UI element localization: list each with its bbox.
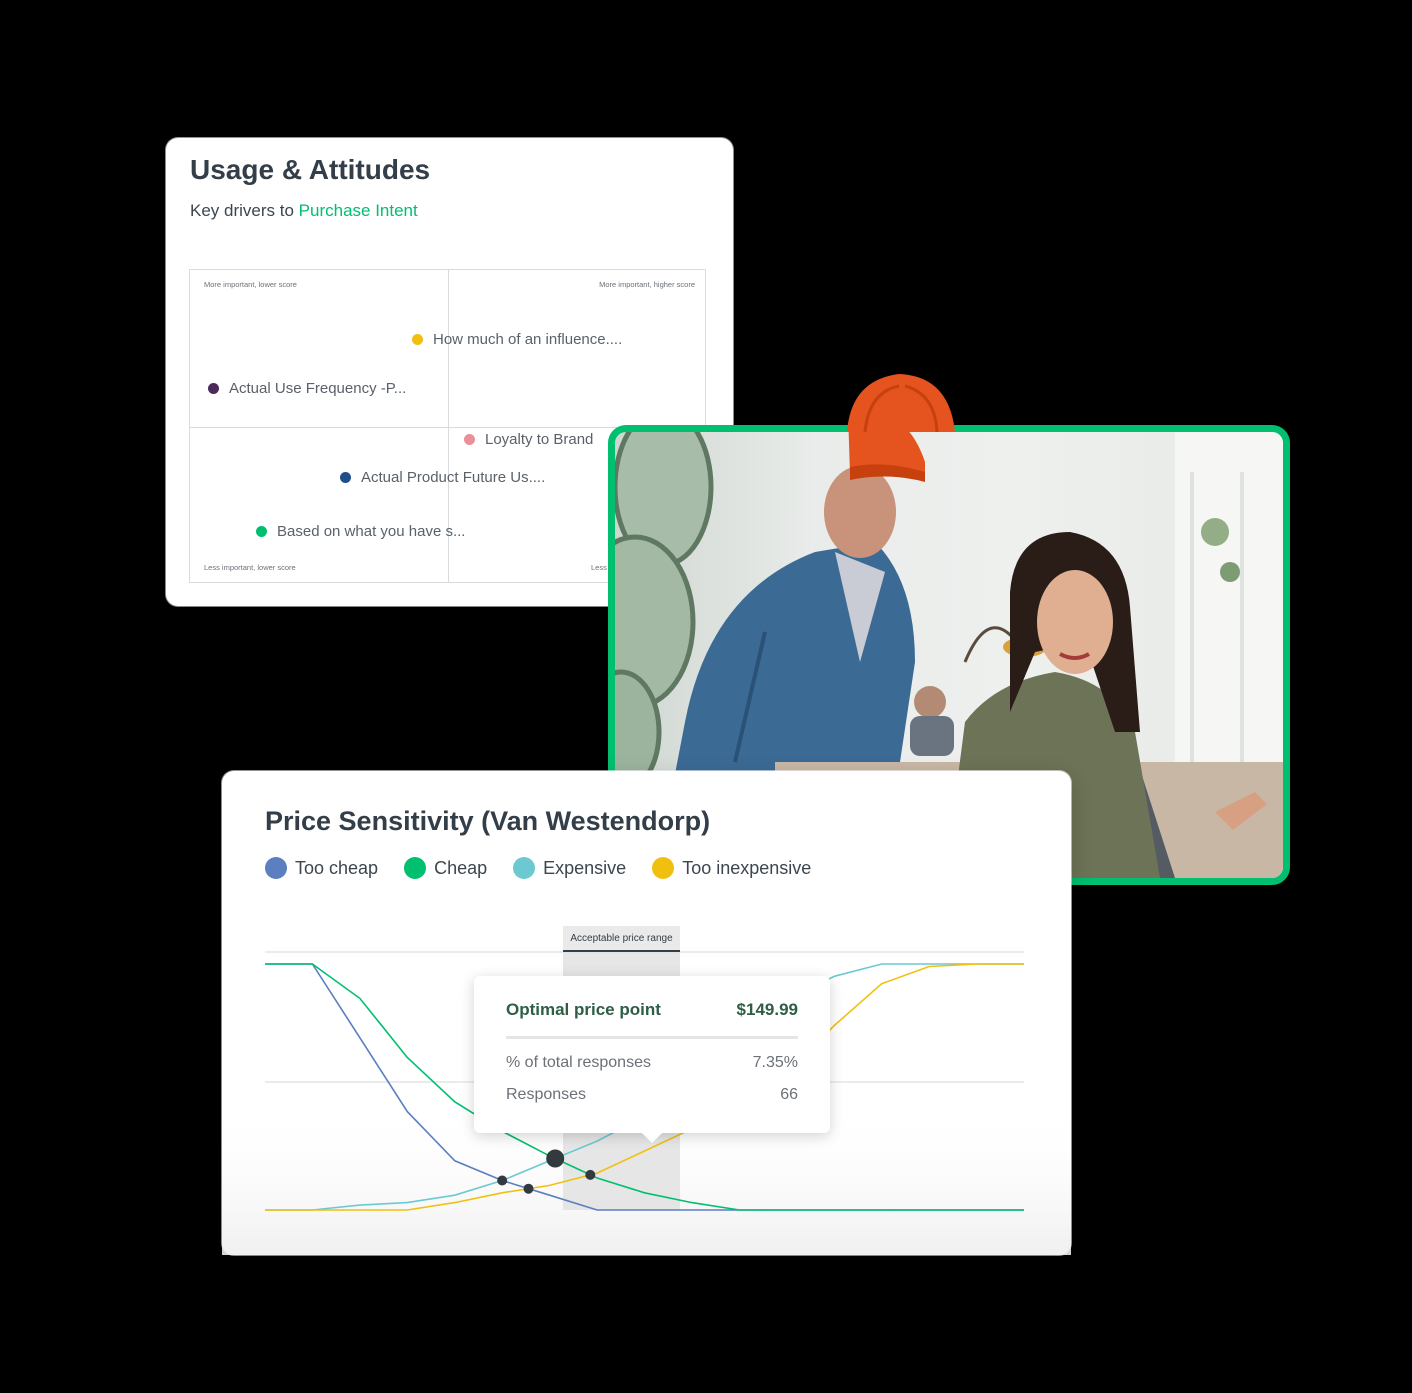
legend-swatch xyxy=(652,857,675,879)
chart-legend: Too cheap Cheap Expensive Too inexpensiv… xyxy=(265,857,811,879)
driver-label: Loyalty to Brand xyxy=(485,431,594,448)
driver-point[interactable]: Actual Use Frequency -P... xyxy=(208,380,406,397)
tooltip-divider xyxy=(506,1036,798,1039)
driver-dot xyxy=(208,383,219,394)
corner-bottom-right: Less xyxy=(591,563,607,572)
legend-label: Expensive xyxy=(543,857,627,878)
driver-point[interactable]: How much of an influence.... xyxy=(412,331,622,348)
driver-label: Actual Product Future Us.... xyxy=(361,469,546,486)
acceptable-range-label: Acceptable price range xyxy=(563,926,680,952)
legend-item-expensive[interactable]: Expensive xyxy=(513,857,626,879)
intersection-marker[interactable] xyxy=(497,1175,508,1186)
driver-label: How much of an influence.... xyxy=(433,331,623,348)
tooltip-header: Optimal price point $149.99 xyxy=(506,1000,798,1020)
driver-point[interactable]: Loyalty to Brand xyxy=(464,431,593,448)
driver-label: Actual Use Frequency -P... xyxy=(229,380,407,397)
tooltip-row-value: 66 xyxy=(780,1086,798,1103)
usage-card-title: Usage & Attitudes xyxy=(190,154,431,185)
intersection-marker[interactable] xyxy=(585,1169,596,1180)
legend-label: Too inexpensive xyxy=(682,857,812,878)
legend-swatch xyxy=(265,857,287,879)
tooltip-row: % of total responses 7.35% xyxy=(506,1054,798,1072)
optimal-price-marker[interactable] xyxy=(546,1149,565,1168)
legend-item-too-cheap[interactable]: Too cheap xyxy=(265,857,378,879)
driver-point[interactable]: Based on what you have s... xyxy=(256,523,465,540)
corner-top-right: More important, higher score xyxy=(599,280,695,289)
legend-swatch xyxy=(513,857,536,879)
legend-swatch xyxy=(404,857,427,879)
driver-dot xyxy=(464,434,475,445)
driver-dot xyxy=(412,334,423,345)
driver-label: Based on what you have s... xyxy=(277,523,466,540)
subtitle-prefix: Key drivers to xyxy=(190,201,299,220)
optimal-price-tooltip: Optimal price point $149.99 % of total r… xyxy=(474,976,830,1143)
price-sensitivity-card: Price Sensitivity (Van Westendorp) Too c… xyxy=(222,771,1071,1255)
corner-top-left: More important, lower score xyxy=(204,280,297,289)
driver-dot xyxy=(340,472,351,483)
usage-card-subtitle: Key drivers to Purchase Intent xyxy=(190,201,418,221)
legend-item-cheap[interactable]: Cheap xyxy=(404,857,487,879)
tooltip-price: $149.99 xyxy=(736,1000,798,1019)
beanie-overflow xyxy=(847,374,955,432)
driver-dot xyxy=(256,526,267,537)
tooltip-row-label: % of total responses xyxy=(506,1054,651,1071)
tooltip-title: Optimal price point xyxy=(506,1000,661,1019)
tooltip-row-label: Responses xyxy=(506,1086,587,1103)
legend-label: Too cheap xyxy=(295,857,379,878)
intersection-marker[interactable] xyxy=(523,1183,534,1194)
price-card-title: Price Sensitivity (Van Westendorp) xyxy=(265,806,711,836)
legend-item-too-inexpensive[interactable]: Too inexpensive xyxy=(652,857,811,879)
corner-bottom-left: Less important, lower score xyxy=(204,563,296,572)
tooltip-row-value: 7.35% xyxy=(752,1054,798,1071)
tooltip-row: Responses 66 xyxy=(506,1086,798,1104)
legend-label: Cheap xyxy=(434,857,488,878)
purchase-intent-link[interactable]: Purchase Intent xyxy=(299,201,418,220)
driver-point[interactable]: Actual Product Future Us.... xyxy=(340,469,545,486)
